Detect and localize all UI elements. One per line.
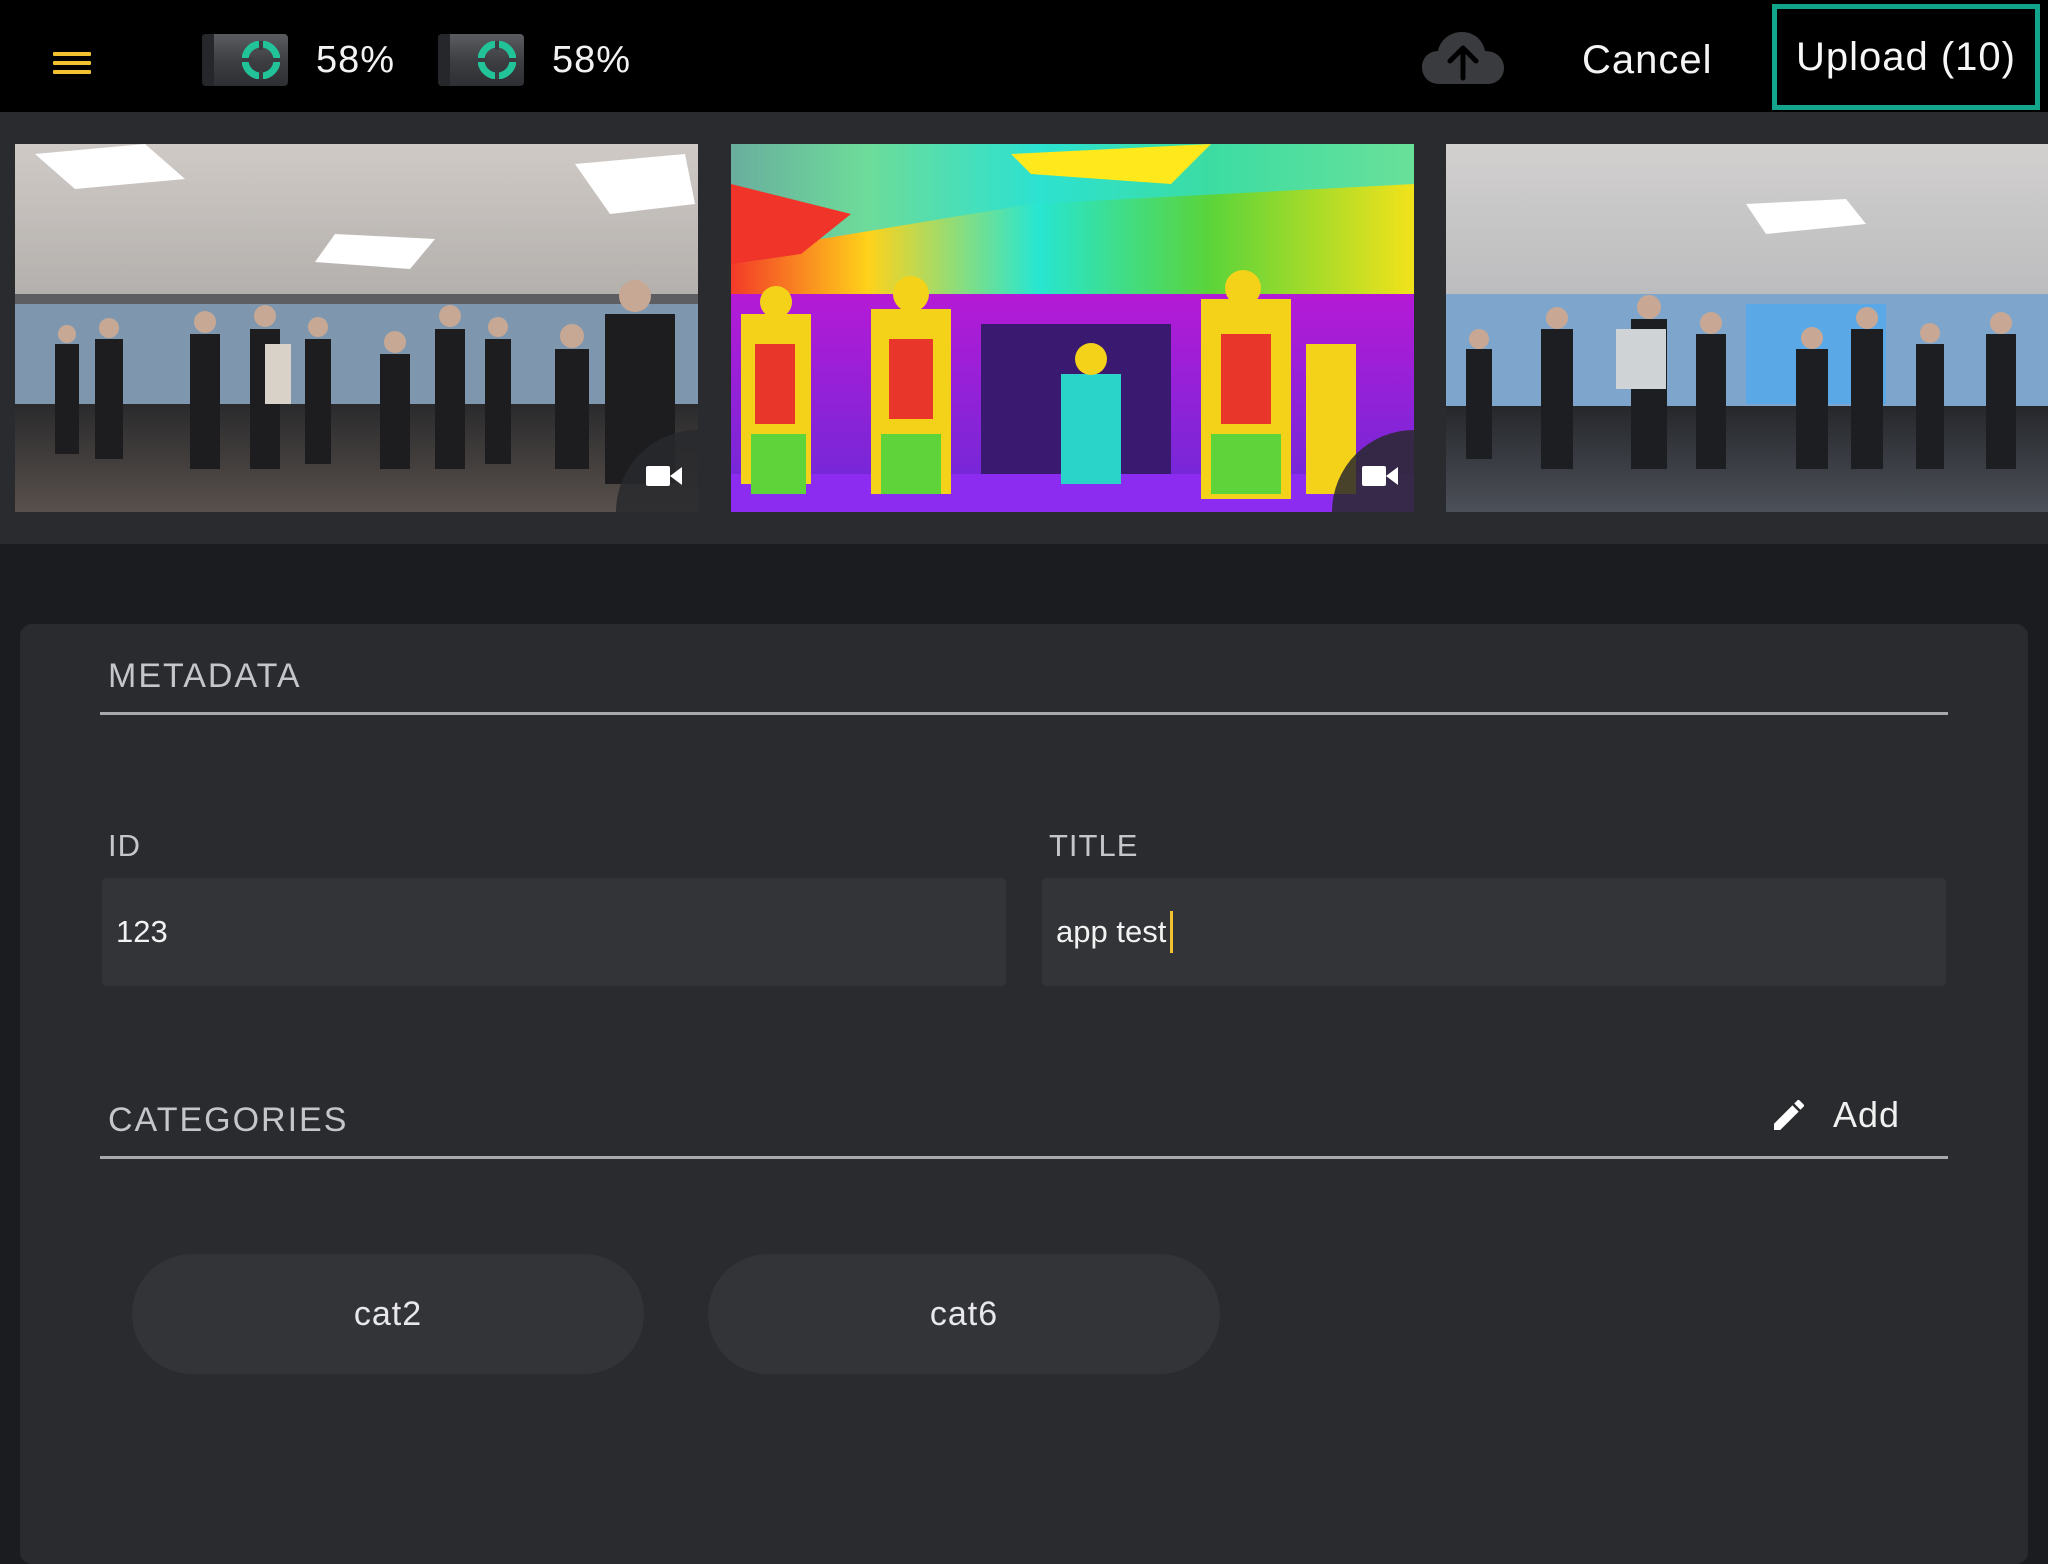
top-bar: 58% 58% Cancel Upload (10) [0, 0, 2048, 112]
title-label: TITLE [1049, 828, 1139, 863]
media-thumbnail-strip[interactable] [0, 112, 2048, 544]
video-camera-icon [1362, 466, 1398, 486]
metadata-section-title: METADATA [108, 657, 302, 695]
hamburger-menu-icon[interactable] [46, 44, 98, 80]
camera-status-1[interactable]: 58% [202, 32, 395, 88]
media-thumbnail[interactable] [15, 144, 698, 512]
camera-battery-icon [438, 34, 524, 86]
id-label: ID [108, 828, 141, 863]
upload-button[interactable]: Upload (10) [1772, 4, 2040, 110]
metadata-section-header: METADATA [100, 642, 1948, 715]
add-category-label: Add [1832, 1094, 1900, 1135]
category-chip[interactable]: cat6 [708, 1254, 1220, 1374]
id-field[interactable] [102, 878, 1006, 986]
office-photo [15, 144, 698, 512]
media-thumbnail[interactable] [731, 144, 1414, 512]
category-chip[interactable]: cat2 [132, 1254, 644, 1374]
camera-status-2[interactable]: 58% [438, 32, 631, 88]
thermal-photo [731, 144, 1414, 512]
metadata-card: METADATA ID TITLE CATEGORIES Add cat2 ca… [20, 624, 2028, 1564]
title-field[interactable] [1042, 878, 1946, 986]
camera-battery-percent: 58% [552, 38, 632, 81]
text-caret [1170, 911, 1173, 953]
office-photo [1446, 144, 2048, 512]
media-thumbnail[interactable] [1446, 144, 2048, 512]
categories-section-title: CATEGORIES [108, 1101, 349, 1139]
camera-battery-icon [202, 34, 288, 86]
cancel-button[interactable]: Cancel [1582, 30, 1713, 90]
add-category-button[interactable]: Add [1769, 1094, 1900, 1136]
video-camera-icon [646, 466, 682, 486]
cloud-upload-icon[interactable] [1422, 30, 1504, 88]
camera-battery-percent: 58% [316, 38, 396, 81]
pencil-icon [1773, 1099, 1804, 1130]
categories-section-header: CATEGORIES Add [100, 1086, 1948, 1159]
